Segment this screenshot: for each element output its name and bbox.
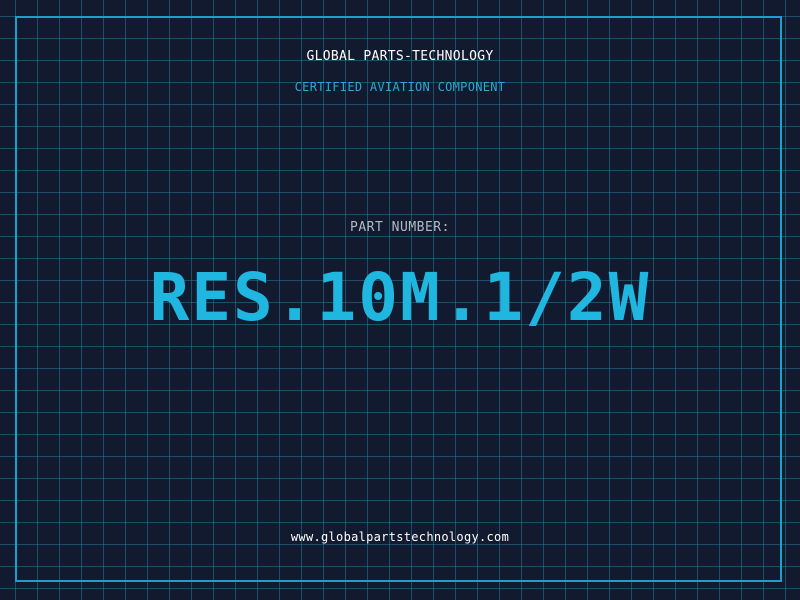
part-number-value: RES.10M.1/2W (149, 259, 651, 336)
tagline: CERTIFIED AVIATION COMPONENT (294, 80, 506, 94)
part-number-label: PART NUMBER: (350, 220, 450, 235)
website-link[interactable]: www.globalpartstechnology.com (0, 530, 800, 544)
certificate-page: GLOBAL PARTS-TECHNOLOGY CERTIFIED AVIATI… (0, 0, 800, 600)
company-name: GLOBAL PARTS-TECHNOLOGY (306, 49, 494, 64)
